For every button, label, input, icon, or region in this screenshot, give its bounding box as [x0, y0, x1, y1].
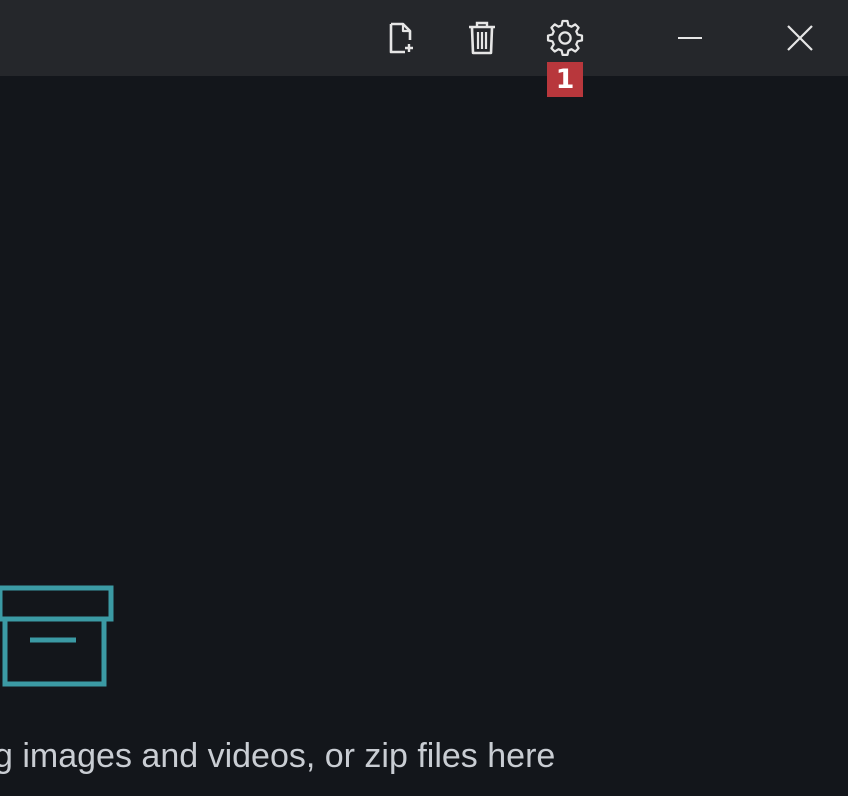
- new-file-button[interactable]: [378, 0, 426, 76]
- app-window: 1 g images and videos, or zip files here: [0, 0, 848, 796]
- drop-zone-label: g images and videos, or zip files here: [0, 737, 556, 775]
- close-icon: [787, 25, 813, 51]
- titlebar: 1: [0, 0, 848, 97]
- minimize-icon: [678, 37, 702, 39]
- close-button[interactable]: [770, 0, 830, 76]
- trash-icon: [469, 21, 495, 55]
- new-file-icon: [389, 22, 413, 54]
- annotation-badge: 1: [547, 62, 583, 97]
- archive-box-icon: [0, 585, 114, 687]
- gear-icon: [546, 19, 584, 57]
- delete-button[interactable]: [458, 0, 506, 76]
- minimize-button[interactable]: [660, 0, 720, 76]
